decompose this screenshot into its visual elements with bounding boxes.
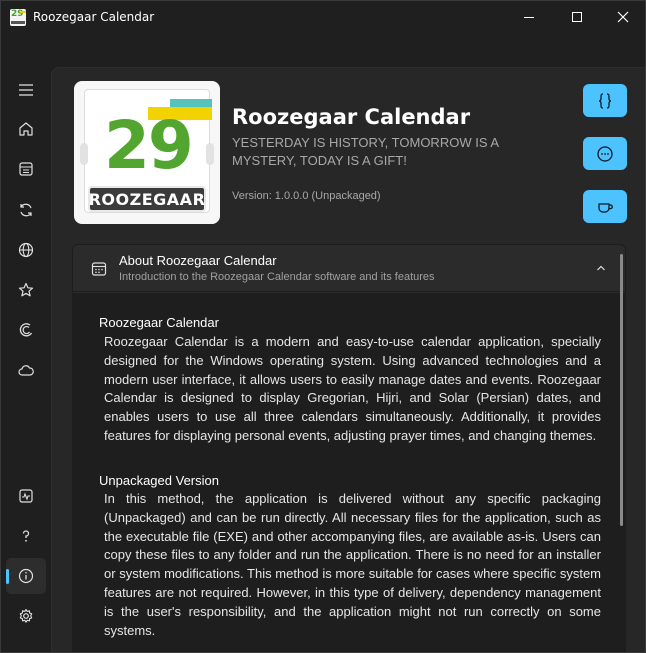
- sidebar-item-weather[interactable]: [6, 352, 46, 388]
- minimize-icon: [524, 16, 534, 18]
- coffee-cup-icon: [598, 202, 613, 213]
- about-expander: About Roozegaar Calendar Introduction to…: [72, 244, 626, 652]
- sidebar-item-favorites[interactable]: [6, 272, 46, 308]
- globe-icon: [18, 242, 34, 258]
- content-scrollbar[interactable]: [620, 254, 623, 526]
- sidebar-item-converter[interactable]: [6, 192, 46, 228]
- section-title: Unpackaged Version: [99, 473, 219, 488]
- settings-icon: [19, 608, 33, 623]
- sidebar-item-help[interactable]: [6, 518, 46, 554]
- sidebar: [1, 35, 51, 652]
- section-text: Roozegaar Calendar is a modern and easy-…: [104, 334, 601, 443]
- cloud-icon: [18, 365, 34, 376]
- window-title: Roozegaar Calendar: [33, 10, 155, 24]
- about-page: 29 ROOZEGAAR Roozegaar Calendar YESTERDA…: [51, 67, 645, 652]
- sync-icon: [20, 203, 32, 217]
- close-button[interactable]: [600, 1, 645, 33]
- section-title: Roozegaar Calendar: [99, 315, 219, 330]
- calendar-icon: [91, 262, 107, 276]
- maximize-icon: [572, 12, 582, 22]
- chevron-up-icon[interactable]: [595, 262, 607, 274]
- sidebar-item-world[interactable]: [6, 232, 46, 268]
- minimize-button[interactable]: [506, 1, 552, 33]
- sidebar-item-home[interactable]: [6, 111, 46, 147]
- sidebar-item-prayer[interactable]: [6, 312, 46, 348]
- app-window: 29 Roozegaar Calendar 29 ROOZEGAAR Rooze…: [0, 0, 646, 653]
- logo-number: 29: [104, 107, 194, 184]
- sidebar-item-calendar[interactable]: [6, 151, 46, 187]
- about-expander-subtitle: Introduction to the Roozegaar Calendar s…: [119, 271, 435, 283]
- sidebar-item-activity[interactable]: [6, 478, 46, 514]
- contact-button[interactable]: [583, 137, 627, 170]
- source-code-button[interactable]: [583, 84, 627, 117]
- donate-button[interactable]: [583, 190, 627, 223]
- about-expander-title: About Roozegaar Calendar: [119, 253, 277, 268]
- about-expander-header[interactable]: About Roozegaar Calendar Introduction to…: [73, 245, 625, 292]
- crescent-icon: [19, 323, 33, 337]
- hamburger-menu-icon: [19, 84, 33, 96]
- sidebar-item-settings[interactable]: [6, 598, 46, 634]
- calendar-icon: [19, 162, 33, 176]
- help-icon: [22, 530, 30, 542]
- maximize-button[interactable]: [554, 1, 600, 33]
- info-icon: [18, 568, 34, 584]
- app-logo: 29 ROOZEGAAR: [74, 81, 220, 224]
- title-bar[interactable]: 29 Roozegaar Calendar: [1, 1, 645, 35]
- code-braces-icon: [598, 92, 612, 109]
- app-version: Version: 1.0.0.0 (Unpackaged): [232, 190, 381, 202]
- app-title: Roozegaar Calendar: [232, 105, 471, 129]
- activity-icon: [19, 489, 33, 503]
- section-text: In this method, the application is deliv…: [104, 491, 601, 638]
- close-icon: [617, 11, 629, 23]
- chat-bubble-icon: [597, 145, 613, 162]
- star-icon: [18, 282, 34, 297]
- logo-teal-bar: [170, 99, 212, 107]
- about-expander-content: Roozegaar Calendar Roozegaar Calendar is…: [73, 293, 625, 652]
- sidebar-item-about[interactable]: [6, 558, 46, 594]
- app-tagline: YESTERDAY IS HISTORY, TOMORROW IS A MYST…: [232, 135, 499, 168]
- home-icon: [19, 122, 33, 136]
- app-logo-icon: 29: [10, 9, 26, 26]
- sidebar-menu-toggle[interactable]: [6, 72, 46, 108]
- logo-label: ROOZEGAAR: [88, 186, 206, 212]
